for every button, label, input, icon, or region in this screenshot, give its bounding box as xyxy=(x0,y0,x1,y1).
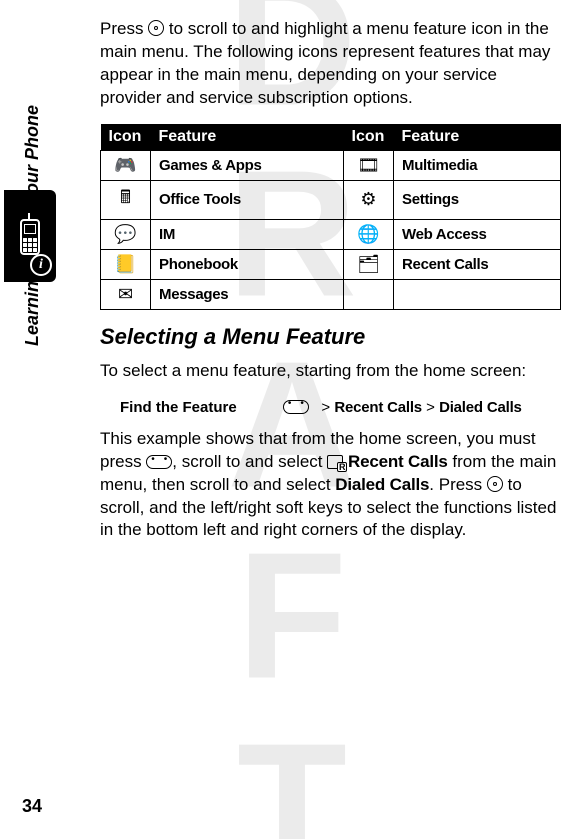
th-icon-1: Icon xyxy=(101,124,151,151)
phonebook-icon: 📒 xyxy=(101,249,151,279)
info-badge-icon: i xyxy=(30,254,52,276)
messages-label: Messages xyxy=(151,279,344,309)
im-icon: 💬 xyxy=(101,219,151,249)
table-header-row: Icon Feature Icon Feature xyxy=(101,124,561,151)
office-tools-label: Office Tools xyxy=(151,180,344,219)
page: i Learning to Use Your Phone Press to sc… xyxy=(0,0,583,839)
page-number: 34 xyxy=(22,796,42,817)
ex-recent-calls: Recent Calls xyxy=(348,452,448,471)
games-apps-icon: 🎮 xyxy=(101,150,151,180)
find-the-feature-line: Find the Feature > Recent Calls > Dialed… xyxy=(120,399,561,416)
sep-2: > xyxy=(426,399,435,416)
ex-d: . Press xyxy=(429,475,487,494)
phone-icon xyxy=(16,213,44,259)
messages-icon: ✉ xyxy=(101,279,151,309)
recent-calls-label: Recent Calls xyxy=(394,249,561,279)
select-lead-text: To select a menu feature, starting from … xyxy=(100,360,561,383)
empty-icon xyxy=(344,279,394,309)
nav-key-icon xyxy=(148,20,164,36)
menu-key-icon xyxy=(146,455,172,469)
menu-key-icon xyxy=(283,400,309,414)
multimedia-label: Multimedia xyxy=(394,150,561,180)
phonebook-label: Phonebook xyxy=(151,249,344,279)
web-access-icon: 🌐 xyxy=(344,219,394,249)
intro-paragraph: Press to scroll to and highlight a menu … xyxy=(100,18,561,110)
find-dialed-calls: Dialed Calls xyxy=(439,399,522,416)
settings-label: Settings xyxy=(394,180,561,219)
ex-dialed-calls: Dialed Calls xyxy=(335,475,429,494)
table-row: 🎮 Games & Apps 🎞 Multimedia xyxy=(101,150,561,180)
im-label: IM xyxy=(151,219,344,249)
section-heading: Selecting a Menu Feature xyxy=(100,324,561,350)
th-feature-1: Feature xyxy=(151,124,344,151)
table-row: 📒 Phonebook 🗂 Recent Calls xyxy=(101,249,561,279)
intro-text-post: to scroll to and highlight a menu featur… xyxy=(100,19,550,107)
th-feature-2: Feature xyxy=(394,124,561,151)
sep-1: > xyxy=(321,399,330,416)
table-row: 💬 IM 🌐 Web Access xyxy=(101,219,561,249)
th-icon-2: Icon xyxy=(344,124,394,151)
table-row: 🖩 Office Tools ⚙ Settings xyxy=(101,180,561,219)
games-apps-label: Games & Apps xyxy=(151,150,344,180)
office-tools-icon: 🖩 xyxy=(101,180,151,219)
settings-icon: ⚙ xyxy=(344,180,394,219)
side-tab: i xyxy=(4,190,56,390)
icon-feature-table: Icon Feature Icon Feature 🎮 Games & Apps… xyxy=(100,124,561,310)
nav-key-icon xyxy=(487,476,503,492)
table-row: ✉ Messages xyxy=(101,279,561,309)
example-paragraph: This example shows that from the home sc… xyxy=(100,428,561,543)
multimedia-icon: 🎞 xyxy=(344,150,394,180)
find-lead: Find the Feature xyxy=(120,399,237,416)
recent-calls-icon: 🗂 xyxy=(344,249,394,279)
empty-label xyxy=(394,279,561,309)
intro-text-pre: Press xyxy=(100,19,148,38)
recent-calls-inline-icon xyxy=(327,455,343,469)
web-access-label: Web Access xyxy=(394,219,561,249)
ex-b: , scroll to and select xyxy=(172,452,327,471)
find-recent-calls: Recent Calls xyxy=(334,399,422,416)
